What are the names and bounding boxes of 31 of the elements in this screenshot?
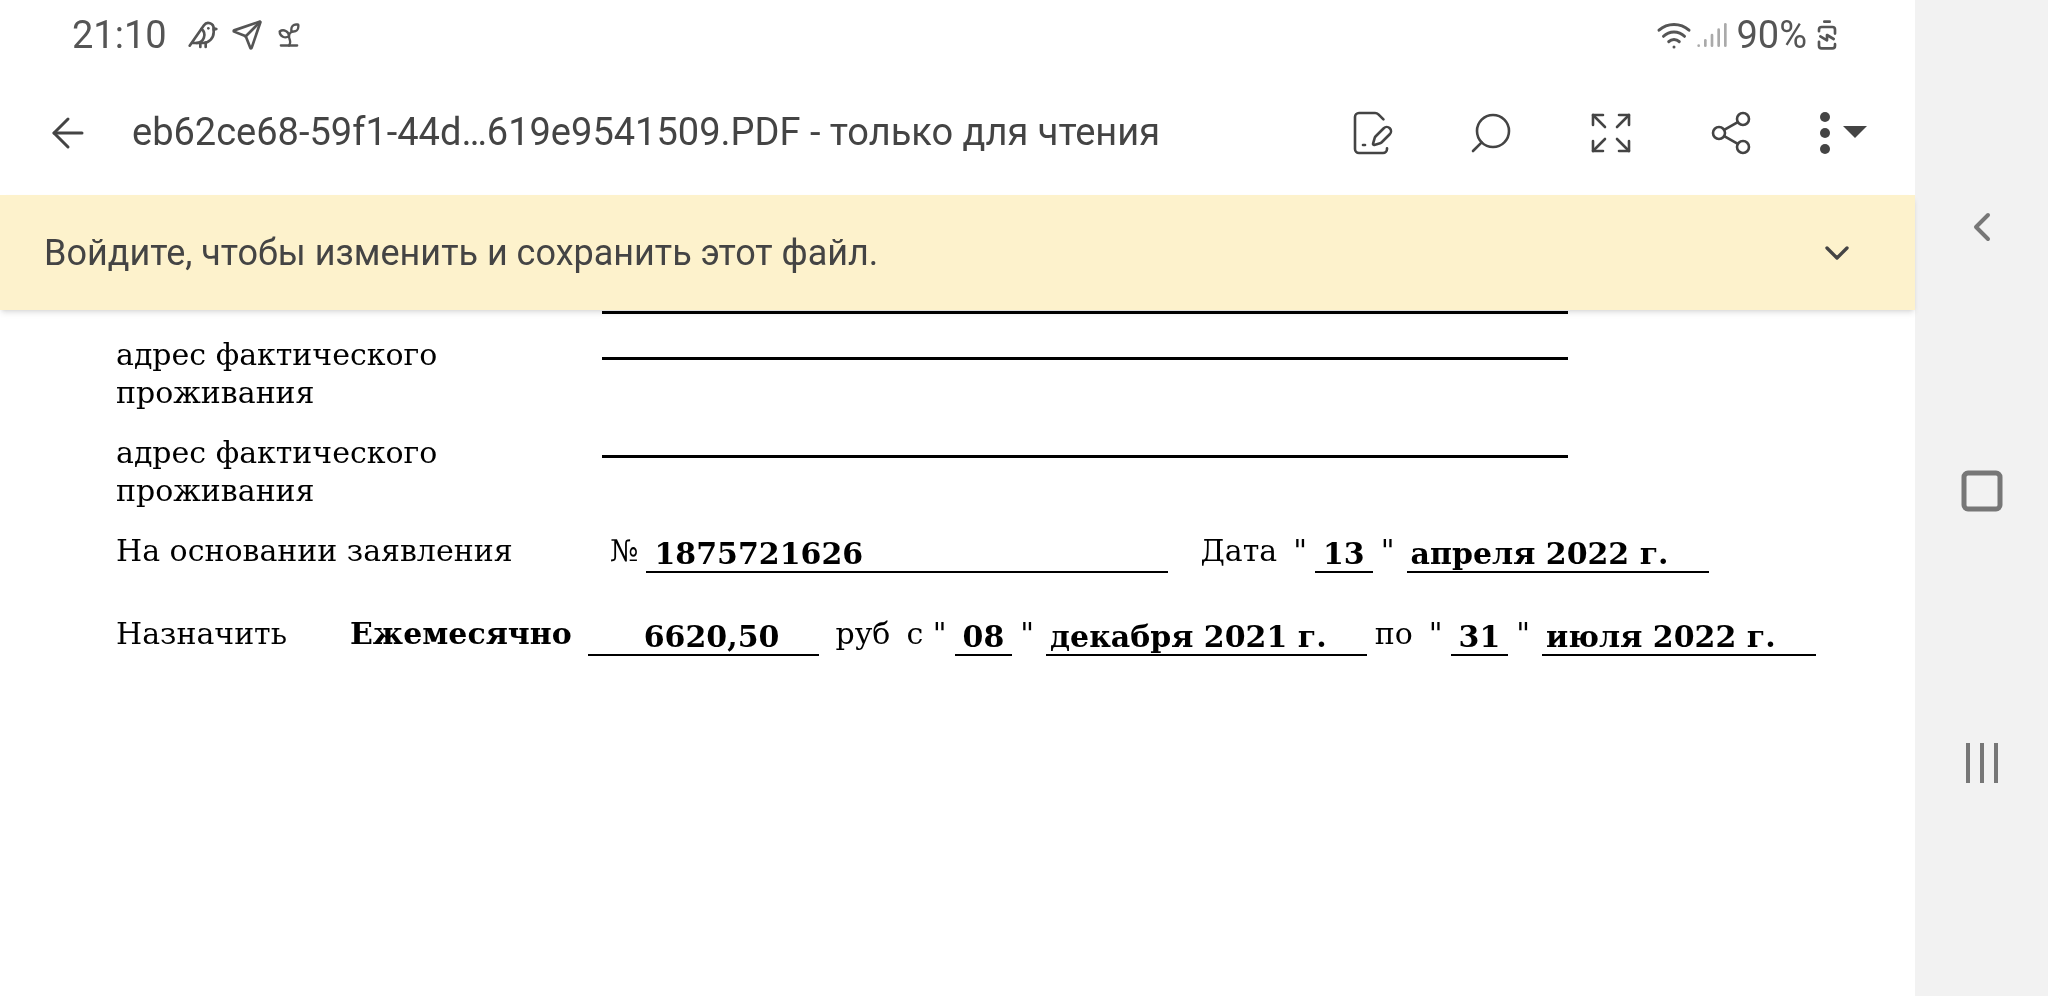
form-text: " [1292, 532, 1308, 570]
filled-field: декабря 2021 г. [1046, 620, 1367, 656]
battery-percent: 90% [1736, 11, 1807, 59]
filled-field: 1875721626 [646, 537, 1169, 573]
form-value: Ежемесячно [349, 615, 573, 653]
form-text: руб [834, 615, 892, 653]
address-label: адрес фактического проживания [116, 336, 439, 412]
filled-field: 31 [1450, 620, 1509, 656]
form-text: Дата [1199, 532, 1279, 570]
banner-message: Войдите, чтобы изменить и сохранить этот файл. [44, 230, 880, 276]
filled-field: апреля 2022 г. [1406, 537, 1709, 573]
form-text: " [1515, 615, 1532, 653]
caret-icon [1843, 125, 1867, 140]
form-text: № [609, 532, 640, 570]
filled-field: 13 [1314, 537, 1373, 573]
address-label: адрес фактического проживания [116, 434, 439, 510]
notification-icon [186, 19, 219, 51]
send-icon [230, 19, 263, 51]
filled-field: июля 2022 г. [1542, 620, 1816, 656]
filled-field: 08 [954, 620, 1013, 656]
more-icon [1819, 110, 1831, 155]
form-text: " [1427, 615, 1444, 653]
document-title: eb62ce68-59f1-44d…619e9541509.PDF - только для чтения [132, 109, 1161, 156]
form-label: На основании заявления [116, 532, 514, 570]
form-label: Назначить [116, 615, 289, 653]
form-text: " [1379, 532, 1396, 570]
form-text: по [1373, 615, 1414, 653]
filled-field: 6620,50 [587, 620, 820, 656]
form-text: с " [905, 615, 948, 653]
form-text: " [1019, 615, 1036, 653]
clock-time: 21:10 [72, 11, 167, 59]
